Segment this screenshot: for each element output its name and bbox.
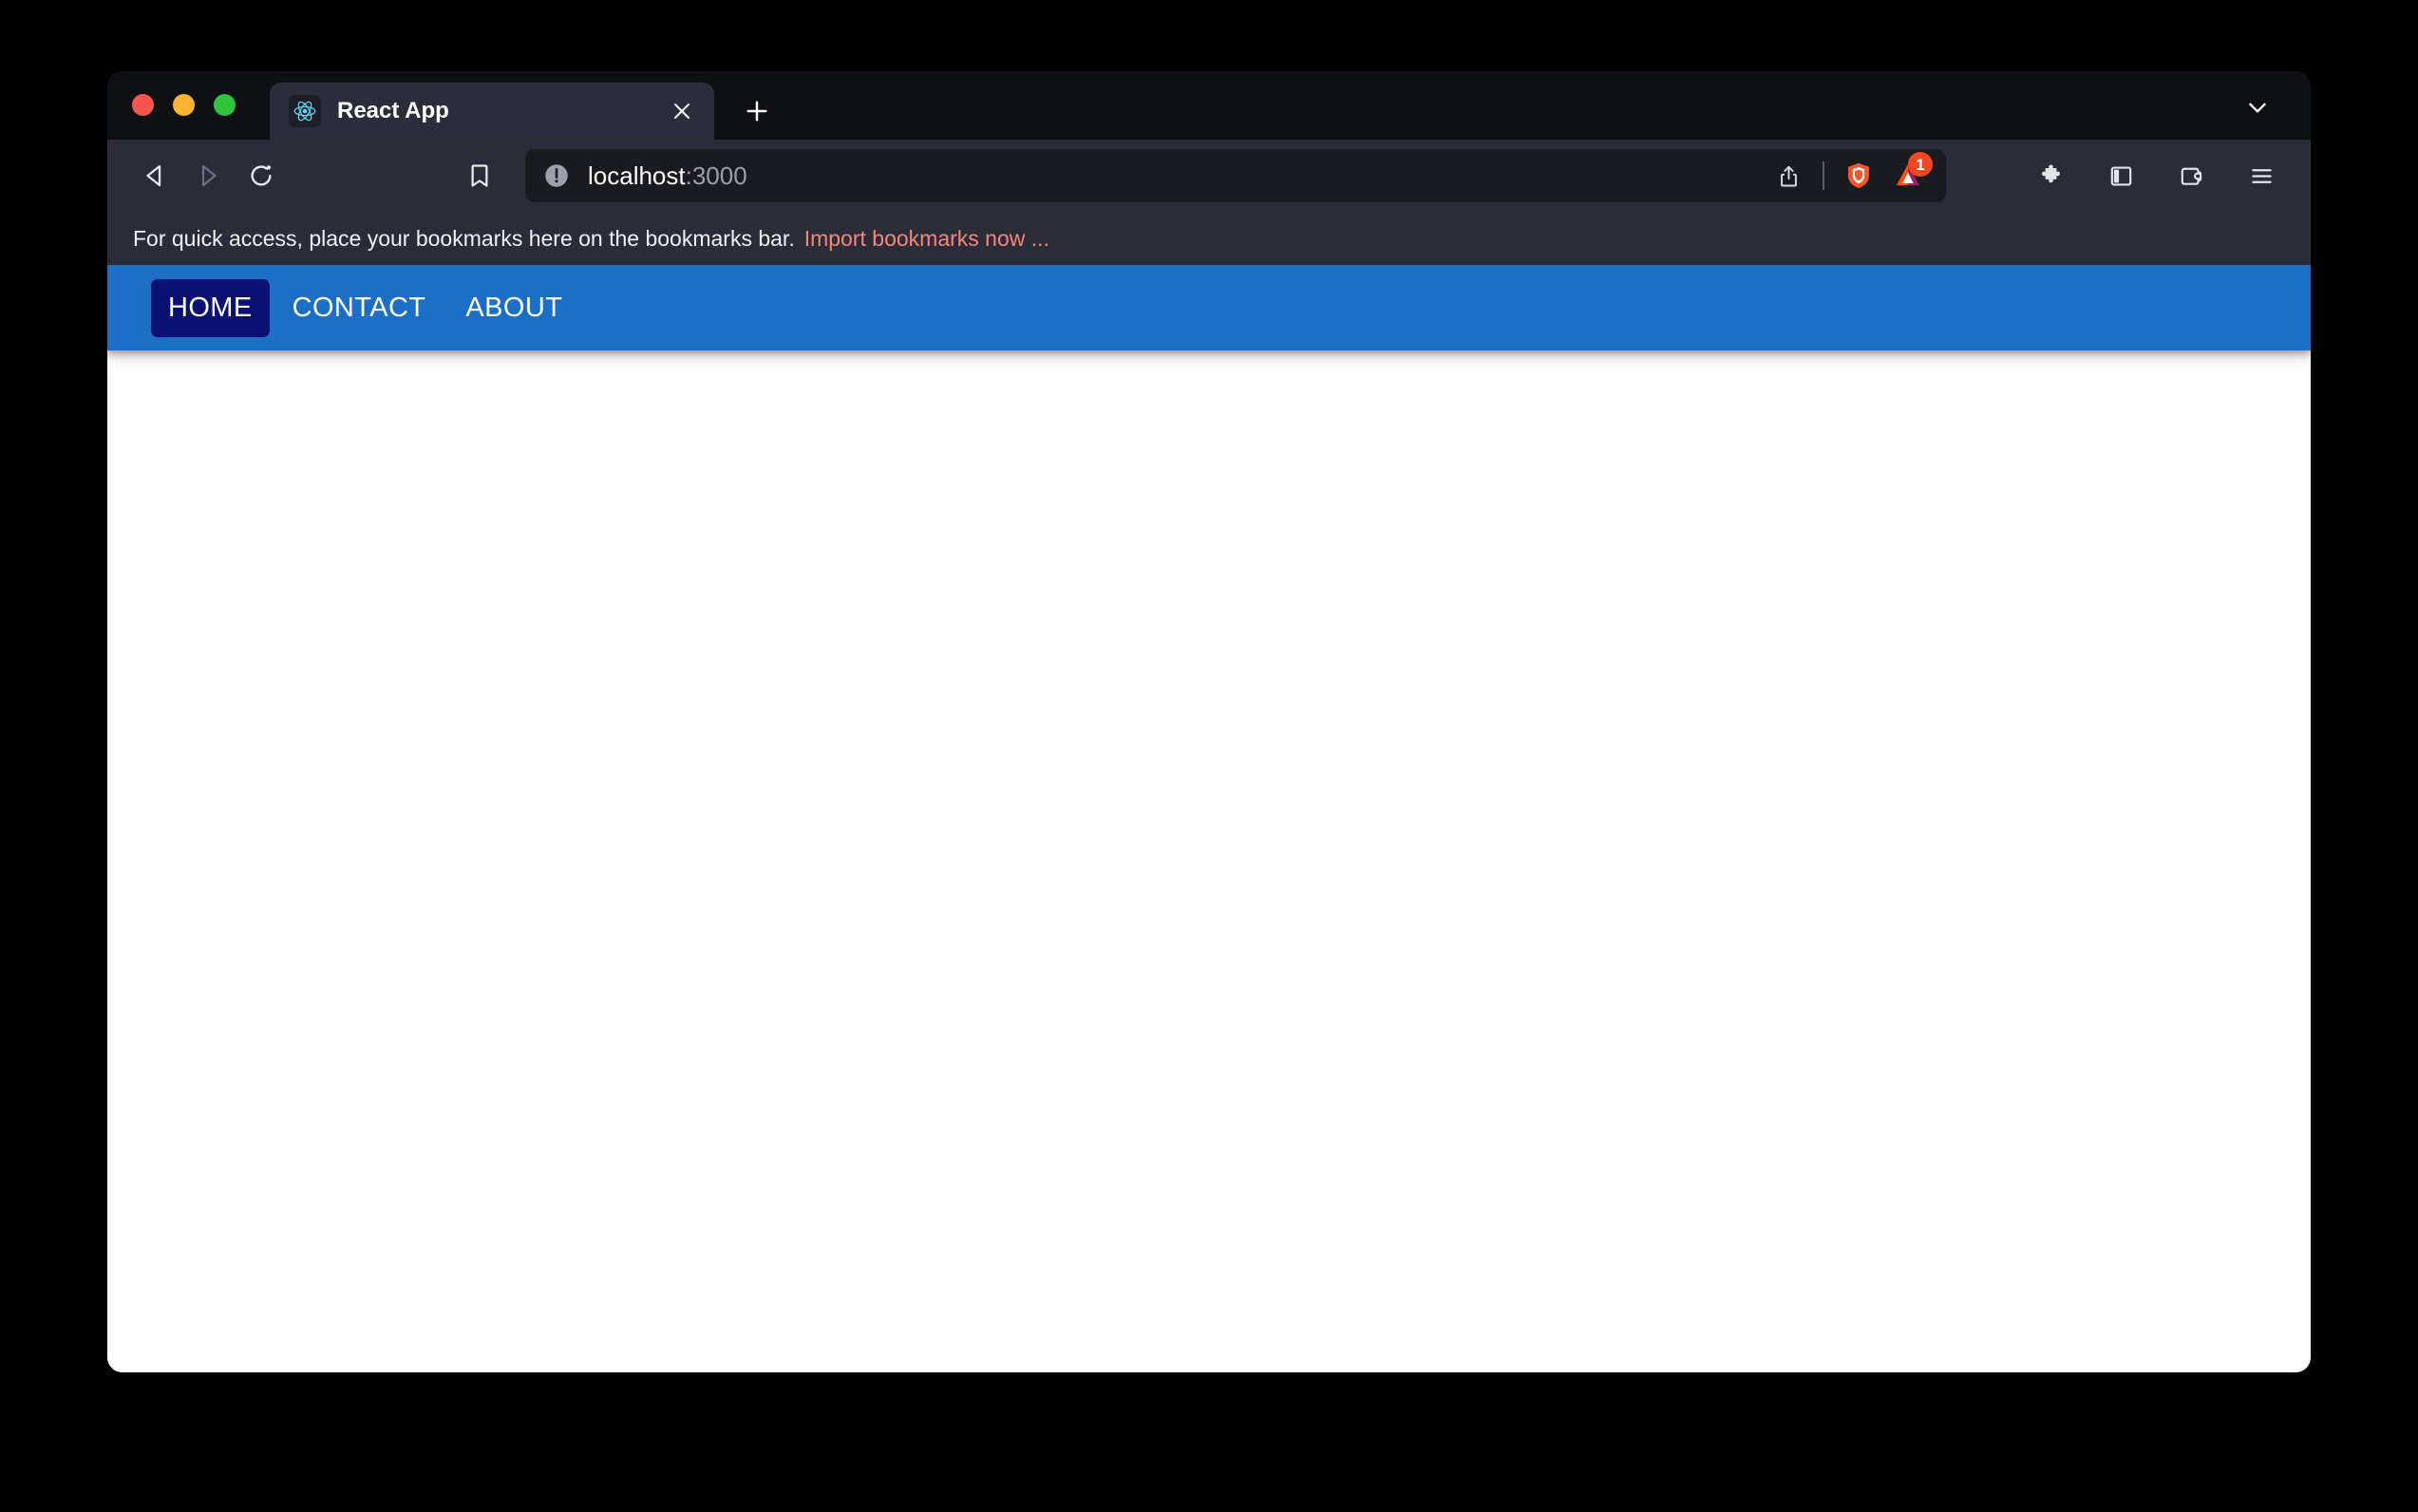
nav-link-contact[interactable]: CONTACT (275, 279, 444, 337)
app-navbar: HOME CONTACT ABOUT (107, 265, 2311, 350)
bookmarks-bar-message: For quick access, place your bookmarks h… (133, 225, 795, 251)
toolbar-divider (1823, 161, 1824, 190)
browser-toolbar: localhost:3000 1 (107, 140, 2311, 212)
react-logo-icon (289, 95, 321, 127)
tab-close-icon[interactable] (667, 96, 697, 126)
back-arrow-icon[interactable] (128, 149, 181, 202)
tab-title: React App (337, 98, 449, 123)
window-maximize-button[interactable] (214, 93, 236, 116)
share-icon[interactable] (1764, 151, 1813, 200)
nav-link-about[interactable]: ABOUT (448, 279, 579, 337)
url-text: localhost:3000 (588, 161, 1764, 191)
bookmarks-bar: For quick access, place your bookmarks h… (107, 212, 2311, 265)
window-minimize-button[interactable] (173, 93, 195, 116)
url-host: localhost (588, 161, 686, 190)
browser-tab[interactable]: React App (270, 83, 714, 140)
url-port: :3000 (685, 161, 747, 190)
reload-icon[interactable] (235, 149, 288, 202)
extensions-puzzle-icon[interactable] (2026, 151, 2075, 200)
hamburger-menu-icon[interactable] (2237, 151, 2286, 200)
browser-window: React App localhost:3000 1 For quick acc… (107, 71, 2311, 1372)
brave-rewards-icon[interactable]: 1 (1883, 151, 1933, 200)
toolbar-right-icons (2026, 151, 2286, 200)
chevron-down-icon[interactable] (2239, 88, 2276, 126)
window-close-button[interactable] (132, 93, 154, 116)
nav-link-home[interactable]: HOME (151, 278, 270, 337)
tab-strip: React App (107, 71, 2311, 140)
page-viewport: HOME CONTACT ABOUT (107, 265, 2311, 1372)
new-tab-button[interactable] (735, 89, 779, 133)
url-bar-actions: 1 (1764, 151, 1933, 200)
app-content-area (107, 350, 2311, 1372)
sidebar-panel-icon[interactable] (2096, 151, 2145, 200)
forward-arrow-icon (181, 149, 235, 202)
wallet-icon[interactable] (2166, 151, 2216, 200)
url-bar[interactable]: localhost:3000 1 (525, 149, 1946, 202)
not-secure-info-icon[interactable] (542, 161, 571, 190)
bookmark-icon[interactable] (453, 149, 506, 202)
rewards-badge-count: 1 (1908, 152, 1933, 177)
window-traffic-lights (132, 71, 236, 140)
import-bookmarks-link[interactable]: Import bookmarks now ... (804, 226, 1049, 252)
brave-shields-icon[interactable] (1834, 151, 1883, 200)
